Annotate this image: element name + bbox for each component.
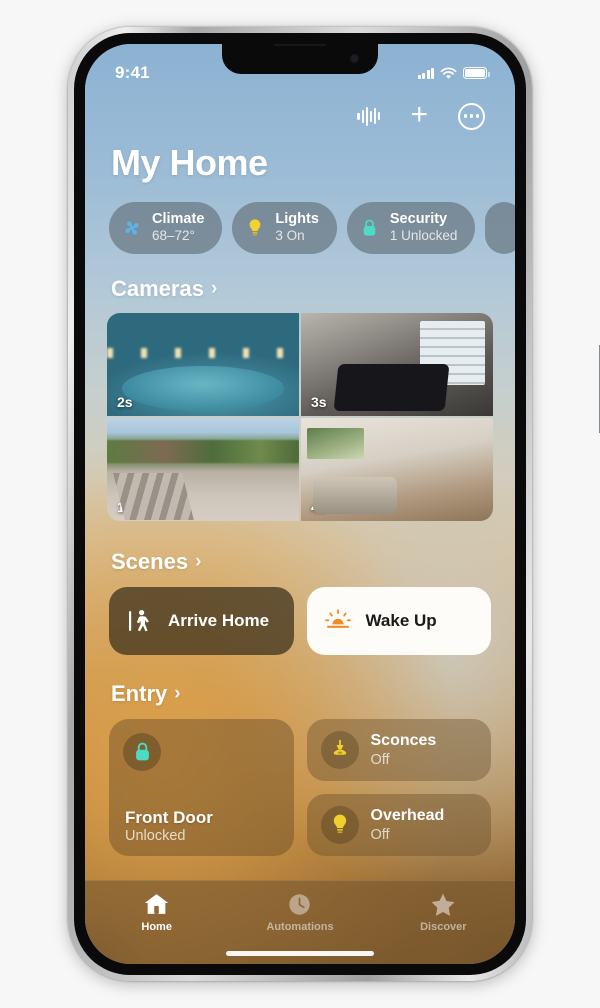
status-bar-indicators: [417, 67, 490, 80]
status-pill-security[interactable]: Security 1 Unlocked: [346, 202, 476, 254]
accessory-tile-front-door[interactable]: Front Door Unlocked: [109, 718, 294, 856]
tab-discover[interactable]: Discover: [372, 891, 515, 933]
battery-icon: [463, 67, 490, 79]
camera-tile-pool[interactable]: 2s: [107, 312, 299, 416]
camera-timestamp: 1s: [117, 498, 133, 515]
scene-grid: Arrive Home Wake Up: [109, 586, 491, 655]
device-notch: [222, 44, 378, 74]
house-icon: [143, 891, 170, 917]
scene-wake-up[interactable]: Wake Up: [306, 586, 491, 655]
accessory-state: Off: [370, 826, 390, 843]
accessory-state: Unlocked: [125, 827, 186, 844]
accessory-name: Overhead: [370, 806, 445, 824]
accessory-name: Sconces: [370, 731, 437, 749]
pill-label: Climate: [152, 211, 205, 227]
earpiece-speaker: [273, 44, 327, 46]
walking-person-icon: [125, 606, 155, 636]
phone-bezel: 9:41 + My Home Climate 68–72° Lights 3 O…: [74, 33, 526, 975]
phone-device-frame: 9:41 + My Home Climate 68–72° Lights 3 O…: [68, 27, 600, 981]
entry-section: Entry › Front Door Unlocked Sconces Off …: [85, 681, 515, 856]
camera-tile-driveway[interactable]: 1s: [107, 417, 299, 521]
lightbulb-icon: [244, 217, 266, 239]
fan-icon: [121, 217, 143, 239]
home-indicator[interactable]: [226, 951, 374, 956]
camera-grid: 2s 3s 1s 4s: [107, 312, 493, 521]
home-scroll-area[interactable]: + My Home Climate 68–72° Lights 3 On Sec…: [85, 44, 515, 964]
section-title: Entry: [111, 680, 168, 706]
add-accessory-button[interactable]: +: [410, 99, 428, 130]
camera-tile-living-room[interactable]: 4s: [301, 417, 493, 521]
page-title: My Home: [111, 142, 268, 183]
accessory-name: Front Door: [125, 807, 213, 827]
status-bar-time: 9:41: [115, 63, 150, 82]
cameras-section: Cameras › 2s 3s 1s 4s: [85, 276, 515, 521]
lock-icon: [123, 732, 161, 771]
screenshot-stage: 9:41 + My Home Climate 68–72° Lights 3 O…: [0, 0, 600, 1008]
pill-label: Lights: [275, 211, 319, 227]
entry-grid: Front Door Unlocked Sconces Off Overhead…: [109, 718, 491, 856]
scenes-section-header[interactable]: Scenes ›: [85, 549, 515, 575]
lightbulb-icon: [320, 805, 359, 844]
tab-label: Home: [141, 921, 172, 933]
camera-tile-garage[interactable]: 3s: [301, 312, 493, 416]
accessory-tile-sconces[interactable]: Sconces Off: [306, 718, 491, 781]
status-pill-climate[interactable]: Climate 68–72°: [109, 202, 223, 254]
status-pill-overflow[interactable]: [485, 202, 515, 254]
cameras-section-header[interactable]: Cameras ›: [85, 276, 515, 302]
cellular-signal-icon: [417, 67, 434, 79]
pill-value: 1 Unlocked: [389, 228, 458, 244]
section-title: Cameras: [111, 275, 204, 301]
tab-automations[interactable]: Automations: [228, 891, 371, 933]
pill-value: 68–72°: [152, 228, 195, 244]
siri-waveform-icon[interactable]: [357, 106, 381, 126]
app-toolbar: +: [85, 96, 515, 136]
wifi-icon: [440, 67, 457, 79]
section-title: Scenes: [111, 548, 189, 574]
scene-label: Arrive Home: [168, 610, 270, 630]
chevron-right-icon: ›: [210, 277, 218, 299]
pill-label: Security: [389, 211, 448, 227]
camera-timestamp: 3s: [311, 393, 327, 410]
status-pill-row[interactable]: Climate 68–72° Lights 3 On Security 1 Un…: [85, 184, 515, 254]
accessory-state: Off: [370, 751, 390, 768]
pendant-lamp-icon: [320, 730, 359, 769]
camera-timestamp: 2s: [117, 393, 133, 410]
tab-home[interactable]: Home: [85, 891, 228, 933]
chevron-right-icon: ›: [195, 550, 202, 572]
home-app: + My Home Climate 68–72° Lights 3 On Sec…: [85, 44, 515, 964]
tab-label: Automations: [266, 921, 334, 933]
scene-arrive-home[interactable]: Arrive Home: [109, 586, 294, 655]
entry-section-header[interactable]: Entry ›: [85, 681, 515, 707]
more-options-icon[interactable]: [458, 102, 485, 130]
lock-icon: [359, 217, 381, 239]
front-camera-icon: [350, 54, 359, 63]
star-icon: [430, 891, 456, 917]
clock-icon: [287, 891, 312, 917]
accessory-tile-overhead[interactable]: Overhead Off: [306, 793, 491, 856]
camera-timestamp: 4s: [311, 498, 327, 515]
pill-value: 3 On: [275, 228, 305, 244]
tab-label: Discover: [420, 921, 467, 933]
chevron-right-icon: ›: [174, 682, 181, 704]
scenes-section: Scenes › Arrive Home Wake Up: [85, 549, 515, 655]
scene-label: Wake Up: [365, 610, 437, 630]
status-pill-lights[interactable]: Lights 3 On: [232, 202, 337, 254]
sunrise-icon: [323, 606, 353, 636]
phone-screen: 9:41 + My Home Climate 68–72° Lights 3 O…: [85, 44, 515, 964]
overflow-pill-icon: [497, 217, 515, 239]
